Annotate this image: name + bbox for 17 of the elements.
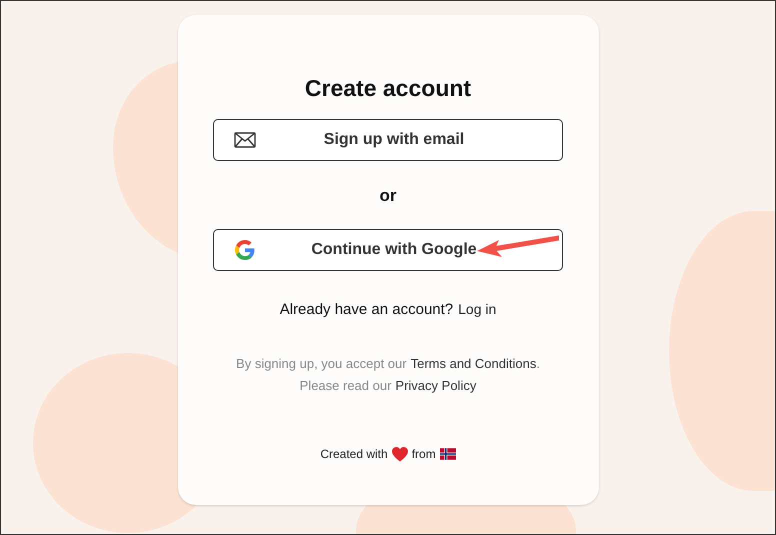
- login-prompt: Already have an account?: [280, 300, 454, 320]
- mail-icon: [234, 132, 256, 148]
- google-g-icon: [235, 240, 255, 260]
- footer-text: from: [412, 446, 436, 463]
- footer-text: Created with: [320, 446, 388, 463]
- login-link[interactable]: Log in: [458, 298, 496, 320]
- privacy-link[interactable]: Privacy Policy: [395, 375, 476, 397]
- email-signup-button[interactable]: Sign up with email: [213, 119, 563, 161]
- or-separator: or: [380, 185, 396, 207]
- privacy-text: Please read our: [300, 377, 392, 395]
- terms-text: By signing up, you accept our: [236, 355, 407, 373]
- flag-icon: [440, 448, 456, 460]
- heart-icon: [392, 446, 408, 462]
- terms-period: .: [536, 355, 540, 373]
- card-title: Create account: [304, 74, 472, 103]
- terms-link[interactable]: Terms and Conditions: [410, 353, 536, 375]
- google-button[interactable]: Continue with Google: [213, 228, 563, 270]
